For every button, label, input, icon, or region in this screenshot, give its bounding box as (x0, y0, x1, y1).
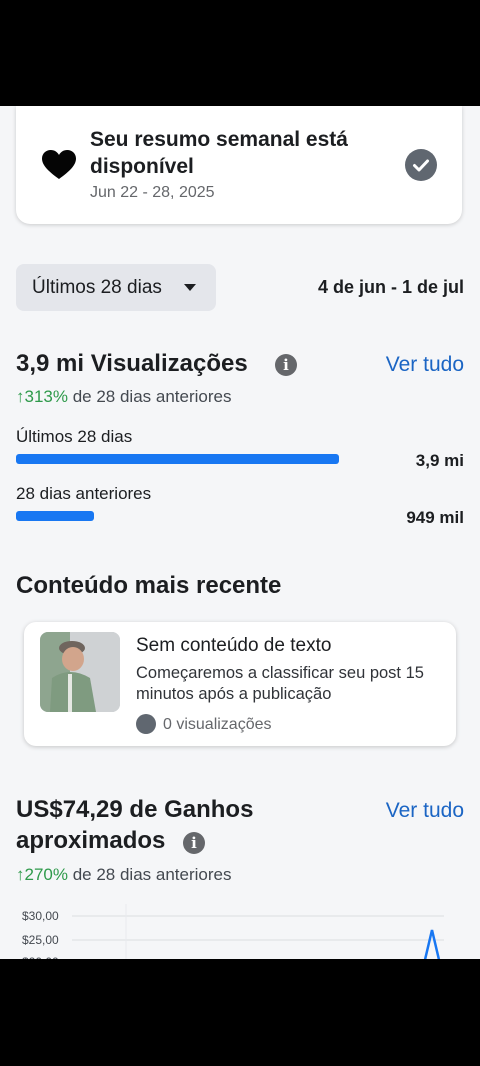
views-title: 3,9 mi Visualizações (16, 350, 248, 377)
summary-date: Jun 22 - 28, 2025 (90, 184, 215, 201)
ytick-label-2: $25,00 (22, 933, 59, 947)
recent-content-title: Conteúdo mais recente (16, 572, 282, 599)
bar-value-current: 3,9 mi (415, 451, 464, 470)
weekly-summary-card[interactable]: Seu resumo semanal está disponível Jun 2… (16, 106, 462, 224)
date-range: 4 de jun - 1 de jul (317, 277, 464, 297)
insights-screen: Seu resumo semanal está disponível Jun 2… (0, 106, 480, 959)
views-see-all-link[interactable]: Ver tudo (386, 353, 464, 377)
earnings-growth-text: de 28 dias anteriores (67, 865, 232, 884)
ytick-label-1: $30,00 (22, 909, 59, 923)
bar-previous-period (16, 511, 94, 521)
bar-label-current: Últimos 28 dias (16, 427, 133, 446)
views-growth-text: de 28 dias anteriores (67, 387, 232, 406)
post-views: 0 visualizações (163, 716, 272, 733)
period-dropdown-label: Últimos 28 dias (32, 277, 162, 298)
post-thumbnail (40, 632, 120, 712)
heart-icon (42, 150, 76, 179)
caret-down-icon (184, 284, 196, 291)
earnings-growth: ↑270% de 28 dias anteriores (16, 865, 231, 885)
earnings-series-line (423, 929, 441, 959)
views-growth-pct: ↑313% (16, 387, 68, 406)
views-status-icon (136, 714, 156, 734)
period-dropdown[interactable]: Últimos 28 dias (16, 264, 216, 311)
post-description: Começaremos a classificar seu post 15 mi… (136, 664, 424, 703)
ytick-label-partial: $20,00 (22, 955, 59, 959)
earnings-chart: $30,00 $25,00 $20,00 (22, 904, 444, 959)
info-icon[interactable]: i (275, 354, 297, 376)
bar-value-previous: 949 mil (406, 508, 464, 527)
bar-label-previous: 28 dias anteriores (16, 484, 152, 503)
earnings-title: US$74,29 de Ganhos aproximados (16, 796, 254, 854)
summary-title: Seu resumo semanal está disponível (90, 128, 348, 178)
views-growth: ↑313% de 28 dias anteriores (16, 387, 231, 407)
earnings-growth-pct: ↑270% (16, 865, 68, 884)
earnings-see-all-link[interactable]: Ver tudo (386, 799, 464, 823)
recent-post-card[interactable]: Sem conteúdo de texto Começaremos a clas… (24, 622, 456, 746)
check-icon (405, 149, 437, 181)
post-title: Sem conteúdo de texto (136, 635, 332, 656)
bar-current-period (16, 454, 339, 464)
earnings-info-icon[interactable]: i (183, 832, 205, 854)
